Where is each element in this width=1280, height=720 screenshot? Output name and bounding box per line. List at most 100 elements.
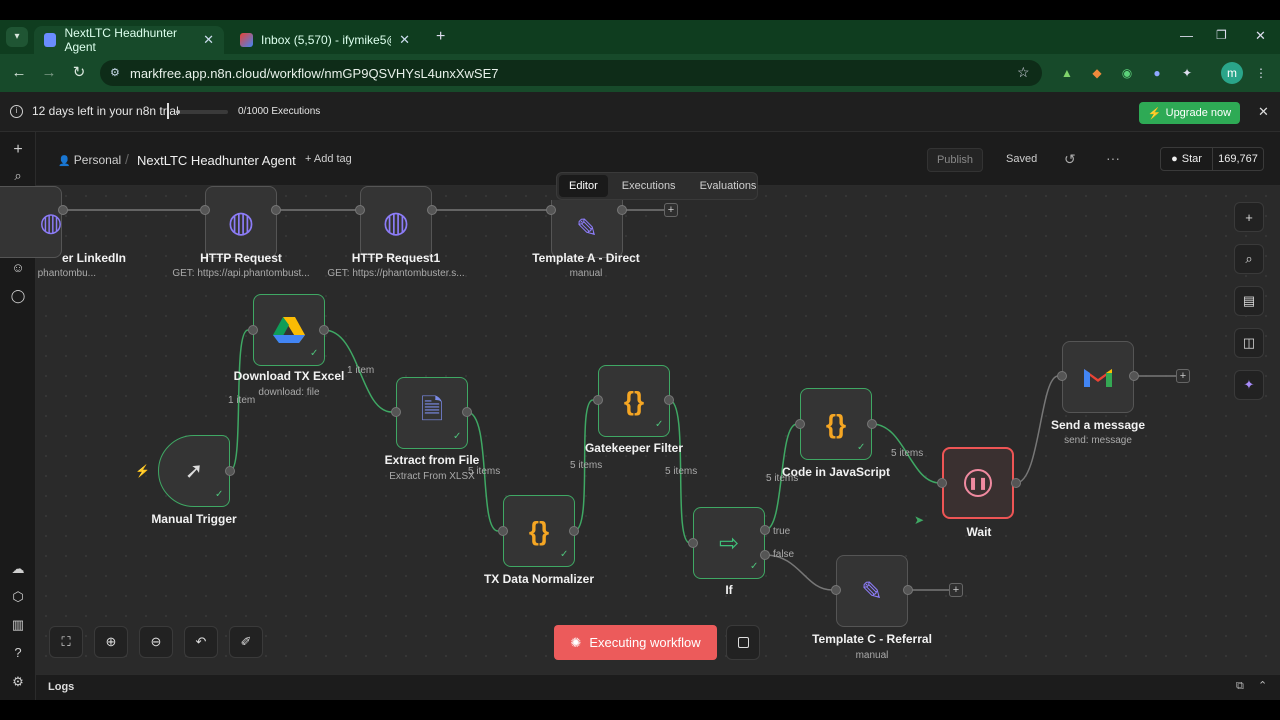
node-subtitle: GET: https://phantombuster.s... [327, 268, 465, 279]
input-port[interactable] [688, 538, 698, 548]
node-label: Template C - Referral [812, 632, 932, 646]
output-port[interactable] [664, 395, 674, 405]
zoom-out-icon: ⊖ [150, 634, 162, 649]
wand-icon: ✐ [240, 634, 252, 649]
zoom-out-button[interactable]: ⊖ [139, 626, 173, 658]
stop-icon [737, 637, 749, 648]
branch-false-label: false [773, 549, 795, 560]
send-message-node[interactable] [1062, 341, 1134, 413]
expand-logs-icon[interactable]: ⌃ [1258, 679, 1267, 692]
tab-editor[interactable]: Editor [559, 175, 608, 197]
add-node-plus-icon[interactable]: + [664, 203, 678, 217]
ai-assistant-button[interactable]: ✦ [1234, 370, 1264, 400]
cursor-icon: ➚ [184, 458, 204, 483]
input-port[interactable] [355, 205, 365, 215]
download-tx-excel-node[interactable]: ✓ [253, 294, 325, 366]
add-node-plus-icon[interactable]: + [1176, 369, 1190, 383]
http-request1-node[interactable]: ◍ [360, 186, 432, 258]
note-icon: ▤ [1242, 293, 1256, 308]
code-braces-icon: {} [528, 515, 550, 546]
code-braces-icon: {} [825, 408, 847, 439]
edge-item-count: 5 items [468, 466, 501, 477]
stop-execution-button[interactable] [726, 625, 760, 660]
globe-icon: ◍ [382, 205, 410, 239]
output-port-false[interactable] [760, 550, 770, 560]
tidy-up-button[interactable]: ✐ [229, 626, 263, 658]
extract-from-file-node[interactable]: 🗎 ✓ [396, 377, 468, 449]
input-port[interactable] [391, 407, 401, 417]
code-in-javascript-node[interactable]: {} ✓ [800, 388, 872, 460]
pen-icon: ✎ [576, 213, 598, 243]
popout-icon[interactable]: ⧉ [1236, 680, 1244, 693]
input-port[interactable] [546, 205, 556, 215]
undo-button[interactable]: ↶ [184, 626, 218, 658]
node-subtitle: GET: https://api.phantombust... [172, 268, 310, 279]
output-port[interactable] [462, 407, 472, 417]
pause-icon: ❚❚ [964, 469, 992, 497]
file-extract-icon: 🗎 [420, 394, 444, 425]
gmail-icon [1084, 369, 1112, 387]
success-check-icon: ✓ [453, 431, 462, 442]
fit-view-icon: ⛶ [61, 634, 71, 649]
success-check-icon: ✓ [857, 442, 866, 453]
gatekeeper-filter-node[interactable]: {} ✓ [598, 365, 670, 437]
logs-label: Logs [48, 681, 75, 693]
output-port[interactable] [225, 466, 235, 476]
edge-item-count: 1 item [347, 365, 375, 376]
edge-item-count: 5 items [891, 448, 924, 459]
toggle-panel-button[interactable]: ◫ [1234, 328, 1264, 358]
search-icon: ⌕ [1245, 251, 1253, 266]
output-port[interactable] [903, 585, 913, 595]
input-port[interactable] [200, 205, 210, 215]
output-port[interactable] [58, 205, 68, 215]
add-node-button[interactable]: + [1234, 202, 1264, 232]
tab-executions[interactable]: Executions [612, 175, 686, 197]
input-port[interactable] [1057, 371, 1067, 381]
executing-workflow-button[interactable]: ✺ Executing workflow [554, 625, 717, 660]
output-port[interactable] [427, 205, 437, 215]
node-subtitle: send: message [1064, 435, 1132, 446]
output-port[interactable] [1129, 371, 1139, 381]
manual-trigger-node[interactable]: ➚ ✓ [158, 435, 230, 507]
logs-bar[interactable] [36, 674, 1280, 700]
output-port[interactable] [1011, 478, 1021, 488]
input-port[interactable] [498, 526, 508, 536]
sticky-note-button[interactable]: ▤ [1234, 286, 1264, 316]
mouse-cursor-icon: ➤ [914, 513, 925, 527]
add-node-plus-icon[interactable]: + [949, 583, 963, 597]
spinner-icon: ✺ [570, 634, 582, 650]
fit-view-button[interactable]: ⛶ [49, 626, 83, 658]
trigger-bolt-icon: ⚡ [135, 464, 150, 478]
output-port-true[interactable] [760, 525, 770, 535]
plus-icon: + [1245, 209, 1253, 225]
undo-icon: ↶ [195, 634, 207, 649]
success-check-icon: ✓ [215, 489, 224, 500]
wait-node[interactable]: ❚❚ [942, 447, 1014, 519]
zoom-in-button[interactable]: ⊕ [94, 626, 128, 658]
tab-evaluations[interactable]: Evaluations [690, 175, 767, 197]
input-port[interactable] [593, 395, 603, 405]
http-request-node[interactable]: ◍ [205, 186, 277, 258]
tx-data-normalizer-node[interactable]: {} ✓ [503, 495, 575, 567]
template-a-node[interactable]: ✎ [551, 200, 623, 258]
input-port[interactable] [248, 325, 258, 335]
executing-label: Executing workflow [589, 635, 701, 650]
search-nodes-button[interactable]: ⌕ [1234, 244, 1264, 274]
input-port[interactable] [937, 478, 947, 488]
if-node[interactable]: ⇨ ✓ [693, 507, 765, 579]
input-port[interactable] [831, 585, 841, 595]
edge-item-count: 5 items [766, 473, 799, 484]
output-port[interactable] [867, 419, 877, 429]
node-label: er LinkedIn [61, 251, 126, 265]
output-port[interactable] [319, 325, 329, 335]
linkedin-node[interactable]: ◍ [0, 186, 62, 258]
branch-true-label: true [773, 526, 791, 537]
input-port[interactable] [795, 419, 805, 429]
node-label: TX Data Normalizer [483, 572, 595, 586]
node-subtitle: phantombu... [37, 268, 96, 279]
code-braces-icon: {} [623, 385, 645, 416]
output-port[interactable] [617, 205, 627, 215]
template-c-node[interactable]: ✎ [836, 555, 908, 627]
output-port[interactable] [271, 205, 281, 215]
output-port[interactable] [569, 526, 579, 536]
